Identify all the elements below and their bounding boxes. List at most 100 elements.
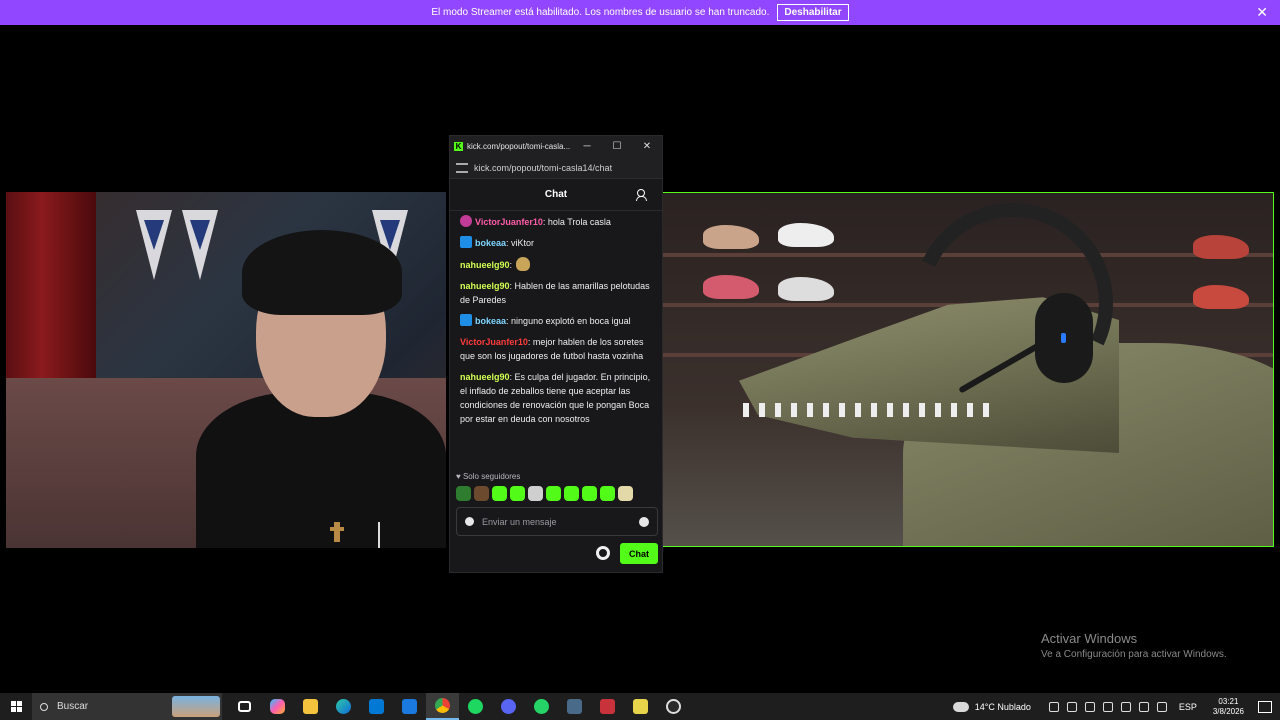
watermark-subtitle: Ve a Configuración para activar Windows.	[1041, 649, 1227, 660]
person-hair	[242, 230, 402, 315]
recorder-icon[interactable]	[657, 693, 690, 720]
emote-bar	[456, 486, 633, 501]
whatsapp-icon[interactable]	[525, 693, 558, 720]
site-settings-icon[interactable]	[456, 162, 468, 173]
weather-widget[interactable]: 14°C Nublado	[952, 701, 1031, 712]
chat-username[interactable]: VictorJuanfer10	[475, 217, 543, 227]
arrow-badge-icon	[460, 314, 472, 326]
language-indicator[interactable]: ESP	[1179, 702, 1197, 712]
disable-button[interactable]: Deshabilitar	[777, 4, 849, 21]
emote-button[interactable]	[564, 486, 579, 501]
weather-text: 14°C Nublado	[974, 701, 1031, 712]
app-icon[interactable]	[558, 693, 591, 720]
spotify-icon[interactable]	[459, 693, 492, 720]
emote-button[interactable]	[492, 486, 507, 501]
minimize-icon[interactable]: ─	[572, 141, 602, 152]
game-icon[interactable]	[591, 693, 624, 720]
emoji-icon[interactable]	[639, 516, 649, 527]
subscriber-badge-icon	[460, 215, 472, 227]
emote-button[interactable]	[618, 486, 633, 501]
network-icon[interactable]	[1120, 701, 1131, 712]
chat-message: nahueelg90: Es culpa del jugador. En pri…	[460, 370, 654, 426]
edge-icon[interactable]	[327, 693, 360, 720]
emote-button[interactable]	[456, 486, 471, 501]
crocodile-teeth	[743, 403, 993, 417]
activate-windows-watermark: Activar Windows Ve a Configuración para …	[1041, 631, 1227, 660]
notes-icon[interactable]	[624, 693, 657, 720]
close-window-icon[interactable]: ✕	[632, 141, 662, 152]
users-icon[interactable]	[636, 189, 650, 201]
system-tray: 14°C Nublado ESP 03:21 3/8/2026	[952, 693, 1280, 720]
search-placeholder: Buscar	[57, 701, 89, 712]
settings-tray-icon[interactable]	[1102, 701, 1113, 712]
chat-header: Chat	[450, 179, 662, 211]
crocodile-overlay	[662, 192, 1274, 547]
file-explorer-icon[interactable]	[294, 693, 327, 720]
headset-earcup	[1035, 293, 1093, 383]
message-input[interactable]	[482, 516, 639, 527]
chat-message: VictorJuanfer10: hola Trola casla	[460, 215, 654, 229]
send-chat-button[interactable]: Chat	[620, 543, 658, 564]
emote-button[interactable]	[528, 486, 543, 501]
followers-only-notice: ♥ Solo seguidores	[456, 472, 521, 481]
shoe	[703, 225, 759, 249]
close-banner-icon[interactable]: ✕	[1256, 4, 1268, 21]
chat-text: hola Trola casla	[545, 217, 611, 227]
emote-button[interactable]	[582, 486, 597, 501]
gear-icon[interactable]	[596, 546, 610, 560]
chat-username[interactable]: VictorJuanfer10	[460, 337, 528, 347]
cross-necklace	[330, 522, 344, 542]
clock[interactable]: 03:21 3/8/2026	[1213, 697, 1244, 717]
task-view-icon[interactable]	[228, 693, 261, 720]
shoe	[703, 275, 759, 299]
notification-icon[interactable]	[1258, 700, 1272, 713]
shoe	[1193, 285, 1249, 309]
chat-message: bokeaa: ninguno explotó en boca igual	[460, 314, 654, 328]
chat-text: ninguno explotó en boca igual	[508, 316, 631, 326]
outlook-icon[interactable]	[393, 693, 426, 720]
address-bar[interactable]: kick.com/popout/tomi-casla14/chat	[450, 157, 662, 179]
pennant	[182, 210, 218, 280]
windows-start-icon[interactable]	[0, 693, 32, 720]
clock-date: 3/8/2026	[1212, 706, 1244, 716]
url-text: kick.com/popout/tomi-casla14/chat	[474, 162, 613, 173]
earphone-cable	[378, 522, 446, 548]
cloud-sync-icon[interactable]	[1084, 701, 1095, 712]
streamer-webcam	[6, 192, 446, 548]
chat-emote-icon	[516, 257, 531, 271]
banner-message: El modo Streamer está habilitado. Los no…	[431, 7, 770, 18]
chrome-icon[interactable]	[426, 693, 459, 720]
chat-text: viKtor	[508, 238, 535, 248]
search-icon	[40, 702, 48, 711]
chat-username[interactable]: bokeaa	[475, 238, 506, 248]
volume-icon[interactable]	[1138, 701, 1149, 712]
chat-message: nahueelg90: Hablen de las amarillas pelo…	[460, 279, 654, 307]
maximize-icon[interactable]: ☐	[602, 141, 632, 152]
discord-icon[interactable]	[492, 693, 525, 720]
taskbar-search[interactable]: Buscar	[32, 693, 222, 720]
battery-icon[interactable]	[1066, 701, 1077, 712]
streamer-mode-banner: El modo Streamer está habilitado. Los no…	[0, 0, 1280, 25]
chevron-up-icon[interactable]	[1048, 701, 1059, 712]
power-icon[interactable]	[1156, 701, 1167, 712]
chat-username[interactable]: bokeaa	[475, 316, 506, 326]
emote-button[interactable]	[600, 486, 615, 501]
copilot-icon[interactable]	[261, 693, 294, 720]
emote-button[interactable]	[546, 486, 561, 501]
store-icon[interactable]	[360, 693, 393, 720]
emote-button[interactable]	[510, 486, 525, 501]
shield-icon	[465, 517, 474, 526]
taskbar: Buscar 14°C Nublado ESP 03:21 3/8/2026	[0, 693, 1280, 720]
message-input-box[interactable]	[456, 507, 658, 536]
kick-logo-icon: K	[454, 142, 463, 151]
chat-title: Chat	[544, 189, 568, 200]
chat-message: nahueelg90:	[460, 257, 654, 272]
emote-button[interactable]	[474, 486, 489, 501]
chat-message: bokeaa: viKtor	[460, 236, 654, 250]
chat-popout-window: K kick.com/popout/tomi-casla... ─ ☐ ✕ ki…	[449, 135, 663, 573]
chat-username[interactable]: nahueelg90	[460, 372, 510, 382]
chat-username[interactable]: nahueelg90	[460, 281, 510, 291]
window-titlebar: K kick.com/popout/tomi-casla... ─ ☐ ✕	[450, 136, 662, 157]
watermark-title: Activar Windows	[1041, 631, 1138, 646]
chat-username[interactable]: nahueelg90	[460, 260, 510, 270]
